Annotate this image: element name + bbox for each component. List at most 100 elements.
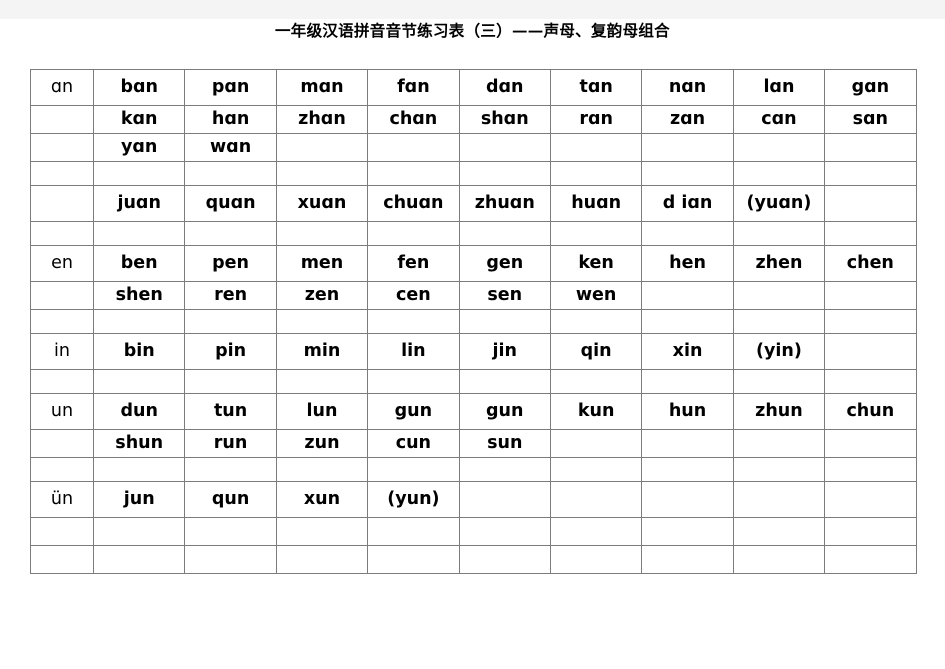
table-cell-initial: [30, 281, 94, 310]
table-row: [30, 545, 917, 574]
table-row: [30, 369, 917, 394]
table-cell: pin: [184, 333, 277, 370]
syllable-text: d iɑn: [662, 192, 713, 213]
table-row: en ben pen men fen gen ken hen zhen chen: [30, 245, 917, 282]
table-cell: [92, 161, 186, 186]
table-cell: xin: [641, 333, 734, 370]
table-cell: [275, 369, 369, 394]
table-cell: cen: [367, 281, 460, 310]
table-cell: shun: [92, 429, 186, 458]
table-cell: [732, 545, 826, 574]
table-cell: sen: [458, 281, 551, 310]
syllable-text: mɑn: [300, 76, 344, 97]
table-cell: [732, 429, 826, 458]
table-cell: [732, 309, 826, 334]
table-cell: dun: [92, 393, 186, 430]
table-cell: xun: [275, 481, 369, 518]
table-cell-initial: [30, 133, 94, 162]
table-cell: [732, 161, 826, 186]
table-cell: [549, 545, 643, 574]
table-cell: [184, 161, 277, 186]
table-cell: pen: [184, 245, 277, 282]
syllable-text: rɑn: [579, 108, 613, 129]
syllable-text: cen: [396, 284, 431, 305]
table-cell: pɑn: [184, 69, 277, 106]
table-cell: [732, 369, 826, 394]
table-cell: fen: [367, 245, 460, 282]
table-cell: [732, 133, 826, 162]
syllable-text: hɑn: [211, 108, 250, 129]
syllable-text: jun: [123, 488, 155, 509]
table-row: shen ren zen cen sen wen: [30, 281, 917, 310]
table-cell-initial: [30, 517, 94, 546]
syllable-text: dɑn: [486, 76, 524, 97]
table-row: [30, 221, 917, 246]
table-cell: [824, 457, 917, 482]
table-cell: wɑn: [184, 133, 277, 162]
syllable-text: sun: [487, 432, 523, 453]
table-cell: [549, 429, 643, 458]
viewer-top-band: [0, 0, 945, 20]
table-cell: [732, 481, 826, 518]
table-cell: shɑn: [458, 105, 551, 134]
table-cell: jin: [458, 333, 551, 370]
table-cell: zhɑn: [275, 105, 369, 134]
table-cell: qun: [184, 481, 277, 518]
table-cell: ren: [184, 281, 277, 310]
table-cell-initial: [30, 545, 94, 574]
syllable-text: lin: [401, 340, 426, 361]
table-cell: chuɑn: [367, 185, 460, 222]
table-row: ün jun qun xun (yun): [30, 481, 917, 518]
table-cell: gɑn: [824, 69, 917, 106]
syllable-text: wɑn: [210, 136, 252, 157]
table-row: [30, 517, 917, 546]
table-cell: [458, 545, 551, 574]
table-cell: bin: [92, 333, 186, 370]
syllable-text: pɑn: [211, 76, 250, 97]
table-cell: hun: [641, 393, 734, 430]
table-cell: [641, 309, 734, 334]
syllable-text: xun: [303, 488, 341, 509]
table-cell: [275, 457, 369, 482]
syllable-text: nɑn: [668, 76, 707, 97]
syllable-text: huɑn: [571, 192, 622, 213]
syllable-text: zhun: [755, 400, 803, 421]
table-cell: tɑn: [549, 69, 643, 106]
syllable-text: chɑn: [389, 108, 438, 129]
table-row: [30, 161, 917, 186]
syllable-text: hen: [669, 252, 706, 273]
syllable-text: chun: [846, 400, 895, 421]
table-cell: [184, 517, 277, 546]
table-cell: wen: [549, 281, 643, 310]
table-cell: [367, 133, 460, 162]
table-cell: juɑn: [92, 185, 186, 222]
table-cell-initial: in: [30, 333, 94, 370]
table-body: ɑn bɑn pɑn mɑn fɑn dɑn tɑn nɑn lɑn gɑn kɑn hɑn zhɑn c…: [30, 69, 917, 574]
table-cell: [824, 369, 917, 394]
table-row: juɑn quɑn xuɑn chuɑn zhuɑn huɑn d iɑn (yuɑn): [30, 185, 917, 222]
table-cell: [641, 457, 734, 482]
table-row: in bin pin min lin jin qin xin (yin): [30, 333, 917, 370]
table-cell: [549, 369, 643, 394]
table-cell: [92, 221, 186, 246]
table-cell-initial: [30, 457, 94, 482]
table-cell: [275, 309, 369, 334]
table-cell: [458, 457, 551, 482]
table-cell: [549, 133, 643, 162]
syllable-text: (yuɑn): [746, 192, 812, 213]
syllable-text: ün: [50, 488, 74, 509]
table-cell: [824, 517, 917, 546]
table-row: ɑn bɑn pɑn mɑn fɑn dɑn tɑn nɑn lɑn gɑn: [30, 69, 917, 106]
table-cell: fɑn: [367, 69, 460, 106]
table-cell: [275, 517, 369, 546]
table-cell: d iɑn: [641, 185, 734, 222]
table-cell: [824, 221, 917, 246]
syllable-text: ben: [120, 252, 158, 273]
table-cell: [824, 333, 917, 370]
table-cell: chun: [824, 393, 917, 430]
syllable-text: zun: [304, 432, 340, 453]
table-cell: gun: [367, 393, 460, 430]
table-cell: chɑn: [367, 105, 460, 134]
syllable-text: gen: [486, 252, 524, 273]
table-cell: [549, 309, 643, 334]
